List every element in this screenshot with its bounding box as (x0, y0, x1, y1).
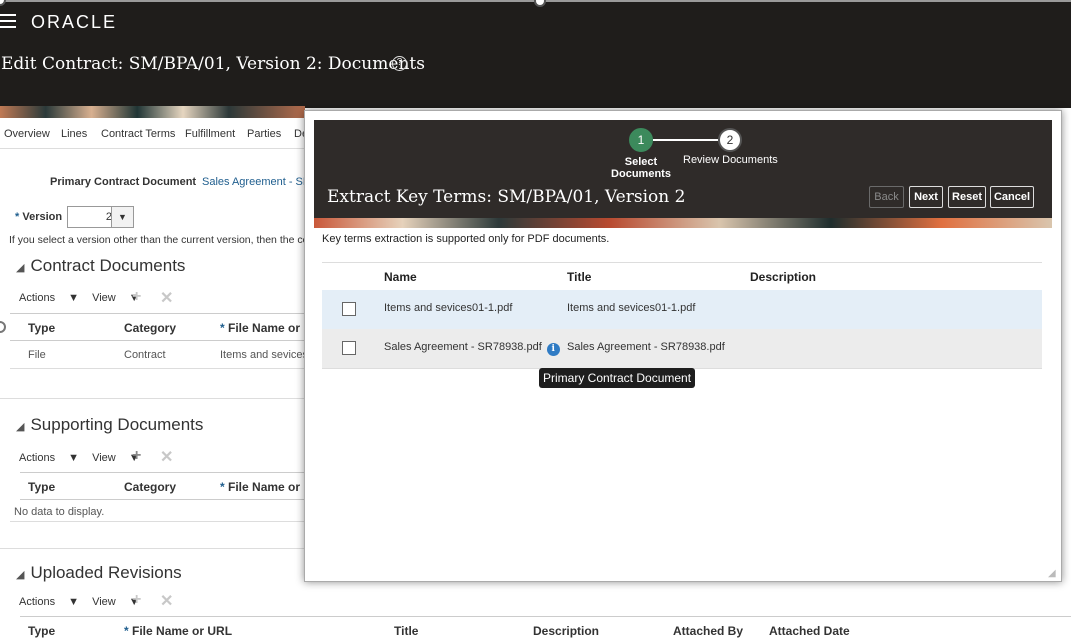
resize-handle-icon[interactable]: ◢ (1048, 568, 1058, 579)
tab-contract-terms[interactable]: Contract Terms (101, 128, 175, 140)
version-label: * Version (15, 211, 63, 223)
table-row[interactable]: Sales Agreement - SR78938.pdf i Sales Agr… (322, 329, 1042, 368)
col-type[interactable]: Type (28, 480, 55, 494)
hamburger-icon[interactable] (0, 14, 16, 28)
uploaded-revisions-title[interactable]: ◢ Uploaded Revisions (16, 563, 182, 583)
col-name[interactable]: Name (384, 270, 417, 284)
reset-button[interactable]: Reset (948, 186, 986, 208)
train-connector (653, 139, 718, 141)
drag-handle-left-mid[interactable] (0, 321, 6, 333)
col-description[interactable]: Description (750, 270, 816, 284)
primary-doc-link[interactable]: Sales Agreement - SR (202, 176, 311, 188)
train-step-2-label[interactable]: Review Documents (683, 154, 778, 166)
drag-handle-left[interactable] (0, 0, 6, 6)
tab-fulfillment[interactable]: Fulfillment (185, 128, 235, 140)
actions-menu[interactable]: Actions ▼ (19, 596, 79, 608)
train-step-1-label[interactable]: Select Documents (611, 156, 671, 180)
col-file-name[interactable]: * File Name or U (220, 480, 312, 494)
tab-divider (0, 148, 305, 149)
cancel-button[interactable]: Cancel (990, 186, 1034, 208)
row-divider (10, 368, 305, 369)
contract-documents-header: Type Category * File Name or U (10, 313, 312, 341)
col-type[interactable]: Type (28, 321, 55, 335)
contract-documents-title[interactable]: ◢ Contract Documents (16, 256, 185, 276)
tab-lines[interactable]: Lines (61, 128, 87, 140)
global-header: ORACLE Edit Contract: SM/BPA/01, Version… (0, 0, 1071, 108)
dialog-title: Extract Key Terms: SM/BPA/01, Version 2 (327, 187, 686, 207)
primary-doc-tooltip: Primary Contract Document (539, 368, 696, 388)
section-divider (0, 548, 305, 549)
actions-menu[interactable]: Actions ▼ (19, 452, 79, 464)
next-button[interactable]: Next (909, 186, 943, 208)
no-data-text: No data to display. (14, 506, 105, 518)
cell-type: File (28, 349, 46, 361)
col-attached-by[interactable]: Attached By (673, 624, 743, 638)
train-step-2[interactable]: 2 (718, 128, 742, 152)
col-title[interactable]: Title (394, 624, 418, 638)
col-title[interactable]: Title (567, 270, 591, 284)
col-file-name[interactable]: * File Name or URL (124, 624, 232, 638)
primary-doc-label: Primary Contract Document (50, 176, 197, 188)
add-icon[interactable]: + (132, 288, 141, 306)
col-category[interactable]: Category (124, 480, 176, 494)
supporting-documents-title[interactable]: ◢ Supporting Documents (16, 415, 203, 435)
contract-documents-toolbar: Actions ▼ View ▼ (19, 292, 150, 304)
pdf-support-note: Key terms extraction is supported only f… (322, 233, 610, 245)
version-value: 2 (105, 211, 112, 223)
collapse-triangle-icon[interactable]: ◢ (16, 569, 24, 581)
info-icon[interactable]: i (546, 343, 560, 356)
add-icon[interactable]: + (132, 591, 141, 609)
delete-icon[interactable]: ✕ (160, 288, 173, 308)
col-category[interactable]: Category (124, 321, 176, 335)
cell-name: Sales Agreement - SR78938.pdf i (384, 341, 560, 356)
uploaded-revisions-toolbar: Actions ▼ View ▼ (19, 596, 150, 608)
cell-category: Contract (124, 349, 166, 361)
help-icon[interactable]: ? (392, 56, 407, 71)
drag-handle-center[interactable] (534, 0, 546, 7)
cell-file-link[interactable]: Items and sevices (220, 349, 308, 361)
extract-key-terms-dialog: 1 2 Select Documents Review Documents Ex… (304, 110, 1062, 582)
train-step-1[interactable]: 1 (629, 128, 653, 152)
oracle-logo[interactable]: ORACLE (31, 12, 117, 33)
tab-overview[interactable]: Overview (4, 128, 50, 140)
dropdown-arrow-icon[interactable]: ▼ (111, 207, 133, 227)
add-icon[interactable]: + (132, 447, 141, 465)
tab-parties[interactable]: Parties (247, 128, 281, 140)
col-type[interactable]: Type (28, 624, 55, 638)
collapse-triangle-icon[interactable]: ◢ (16, 421, 24, 433)
cell-name: Items and sevices01-1.pdf (384, 302, 513, 314)
row-checkbox[interactable] (342, 341, 356, 355)
table-row[interactable]: Items and sevices01-1.pdf Items and sevi… (322, 290, 1042, 329)
actions-menu[interactable]: Actions ▼ (19, 292, 79, 304)
cell-title: Items and sevices01-1.pdf (567, 302, 696, 314)
col-description[interactable]: Description (533, 624, 599, 638)
dialog-header: 1 2 Select Documents Review Documents Ex… (314, 120, 1052, 218)
cell-title: Sales Agreement - SR78938.pdf (567, 341, 725, 353)
page-title: Edit Contract: SM/BPA/01, Version 2: Doc… (1, 54, 425, 74)
row-checkbox[interactable] (342, 302, 356, 316)
col-attached-date[interactable]: Attached Date (769, 624, 850, 638)
collapse-triangle-icon[interactable]: ◢ (16, 262, 24, 274)
dialog-banner (314, 218, 1052, 228)
row-divider (10, 521, 305, 522)
documents-table-header: Name Title Description (322, 262, 1042, 290)
version-select[interactable]: 2 ▼ (67, 206, 134, 228)
section-divider (0, 398, 305, 399)
version-note: If you select a version other than the c… (9, 234, 309, 246)
uploaded-revisions-header: Type * File Name or URL Title Descriptio… (20, 616, 1071, 643)
supporting-documents-header: Type Category * File Name or U (20, 472, 312, 500)
delete-icon[interactable]: ✕ (160, 447, 173, 467)
supporting-documents-toolbar: Actions ▼ View ▼ (19, 452, 150, 464)
back-button[interactable]: Back (869, 186, 904, 208)
decorative-banner (0, 106, 305, 118)
col-file-name[interactable]: * File Name or U (220, 321, 312, 335)
delete-icon[interactable]: ✕ (160, 591, 173, 611)
